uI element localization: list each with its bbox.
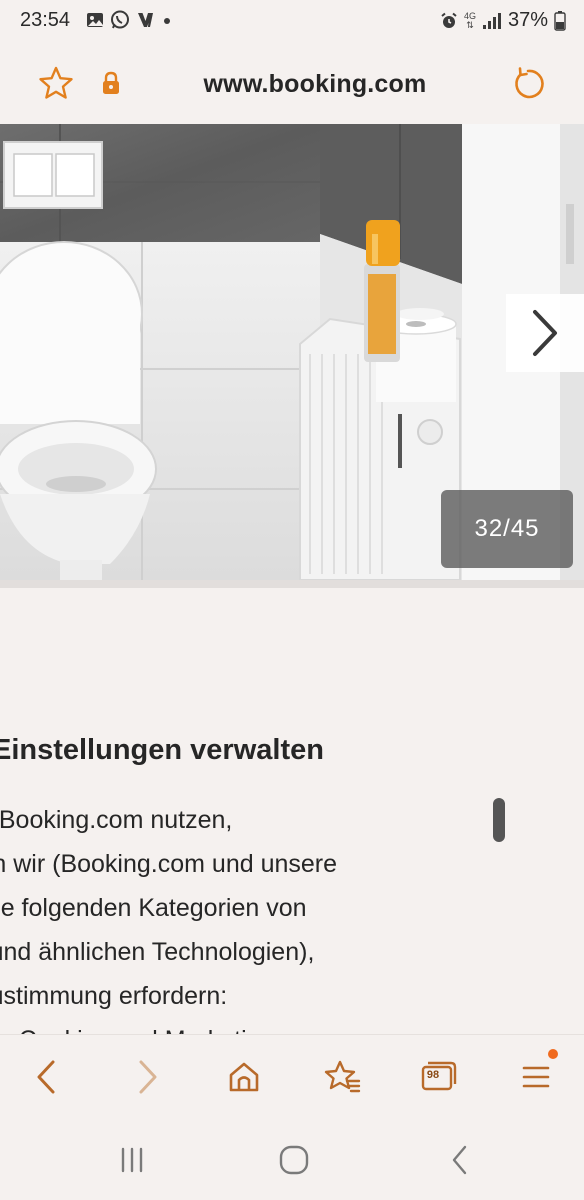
url-field[interactable]: www.booking.com <box>0 44 584 124</box>
url-text: www.booking.com <box>203 70 427 98</box>
v-app-icon <box>138 13 153 27</box>
menu-notification-dot <box>548 1049 558 1059</box>
network-indicator: 4G ⇅ <box>464 11 476 30</box>
text-line: Wenn Sie Booking.com nutzen, <box>0 806 233 834</box>
forward-icon <box>139 1060 157 1094</box>
recent-apps-icon <box>121 1147 143 1173</box>
home-button[interactable] <box>224 1057 264 1097</box>
text-line: Cookies (und ähnlichen Technologien), <box>0 938 315 966</box>
alarm-icon <box>441 12 457 28</box>
forward-button[interactable] <box>128 1057 168 1097</box>
cookie-settings-panel: kie-Einstellungen verwalten Wenn Sie Boo… <box>0 588 584 1034</box>
cookie-settings-heading: kie-Einstellungen verwalten <box>0 734 324 766</box>
system-navigation-bar <box>0 1118 584 1200</box>
dot-icon <box>164 18 170 24</box>
text-line: Statistische Cookies und Marketing <box>0 1018 504 1034</box>
next-photo-button[interactable] <box>506 294 584 372</box>
bookmarks-icon <box>324 1060 361 1093</box>
reload-icon <box>515 67 544 99</box>
status-bar: 23:54 4G ⇅ 37% <box>0 0 584 44</box>
text-line: verwenden wir (Booking.com und unsere <box>0 850 338 878</box>
photo-counter: 32/45 <box>441 490 573 568</box>
tab-count: 98 <box>426 1069 440 1081</box>
menu-icon <box>522 1066 550 1088</box>
back-icon <box>37 1060 55 1094</box>
home-icon <box>229 1062 259 1092</box>
text-line: die Ihre Zustimmung erfordern: <box>0 982 228 1010</box>
address-bar[interactable]: www.booking.com <box>0 44 584 124</box>
gallery-icon <box>87 13 103 27</box>
text-line: Partner) die folgenden Kategorien von <box>0 894 307 922</box>
back-button[interactable] <box>26 1057 66 1097</box>
reload-button[interactable] <box>508 64 548 104</box>
battery-percent: 37% <box>507 9 548 31</box>
scrollbar-thumb[interactable] <box>493 798 505 842</box>
gallery-photo[interactable]: 32/45 <box>0 124 584 580</box>
recent-apps-button[interactable] <box>112 1140 152 1180</box>
home-circle-icon <box>279 1145 309 1175</box>
battery-icon <box>554 10 566 31</box>
menu-button[interactable] <box>516 1057 556 1097</box>
whatsapp-icon <box>111 10 129 29</box>
system-back-icon <box>452 1145 467 1175</box>
notification-icons <box>86 10 174 30</box>
chevron-right-icon <box>533 310 557 356</box>
tabs-button[interactable]: 98 <box>418 1057 458 1097</box>
system-back-button[interactable] <box>440 1140 480 1180</box>
bookmarks-button[interactable] <box>322 1057 362 1097</box>
browser-toolbar: 98 <box>0 1034 584 1118</box>
cookie-settings-text: Wenn Sie Booking.com nutzen, verwenden w… <box>0 798 504 1034</box>
signal-icon <box>482 12 501 29</box>
status-right: 4G ⇅ 37% <box>440 9 566 32</box>
home-system-button[interactable] <box>274 1140 314 1180</box>
status-time: 23:54 <box>20 9 71 31</box>
photo-divider <box>0 580 584 588</box>
data-arrows-icon: ⇅ <box>466 19 474 30</box>
